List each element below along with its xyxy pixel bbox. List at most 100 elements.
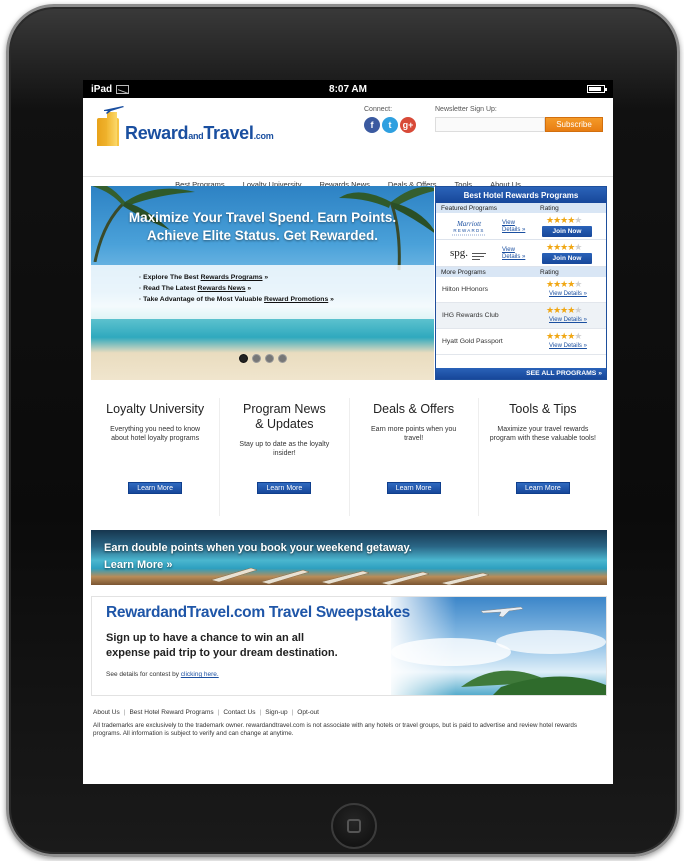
sweepstakes-banner: RewardandTravel.com Travel Sweepstakes S… xyxy=(91,596,607,696)
site-header: RewardandTravel.com Connect: f t g+ News… xyxy=(83,98,613,189)
feature-text: Maximize your travel rewards program wit… xyxy=(489,426,596,442)
carrier-label: iPad xyxy=(91,83,113,95)
hero-link-rewards-programs[interactable]: Rewards Programs xyxy=(201,274,263,281)
pool-learn-more-link[interactable]: Learn More » xyxy=(104,559,172,571)
marriott-join-button[interactable]: Join Now xyxy=(542,226,592,237)
footer-links: About Us | Best Hotel Reward Programs | Co… xyxy=(93,709,319,716)
rating-stars: ★★★★★ xyxy=(546,242,582,252)
hero-bullet: · Explore The Best Rewards Programs » xyxy=(139,274,269,281)
battery-icon xyxy=(587,85,607,93)
sweepstakes-title: RewardandTravel.com Travel Sweepstakes xyxy=(106,604,410,621)
rating-stars: ★★★★★ xyxy=(546,215,582,225)
footer-link-contact[interactable]: Contact Us xyxy=(223,709,255,716)
home-button[interactable] xyxy=(331,803,377,849)
status-bar: iPad 8:07 AM xyxy=(83,80,613,98)
logo-word-and: and xyxy=(188,131,204,141)
twitter-icon[interactable]: t xyxy=(382,117,398,133)
marriott-logo[interactable]: Marriott REWARDS xyxy=(444,217,494,237)
slider-dots xyxy=(239,354,287,363)
sweepstakes-details-text: See details for contest by xyxy=(106,671,181,678)
hotel-programs-panel: Best Hotel Rewards Programs Featured Pro… xyxy=(435,186,607,380)
learn-more-button[interactable]: Learn More xyxy=(515,482,570,494)
spg-join-button[interactable]: Join Now xyxy=(542,253,592,264)
hero-title: Maximize Your Travel Spend. Earn Points.… xyxy=(91,209,434,245)
sweepstakes-details: See details for contest by clicking here… xyxy=(106,671,219,678)
pool-promo-banner[interactable]: Earn double points when you book your we… xyxy=(91,530,607,585)
view-details-link[interactable]: View Details » xyxy=(549,291,587,297)
more-program-row: Hyatt Gold Passport ★★★★★ View Details » xyxy=(436,329,606,355)
learn-more-button[interactable]: Learn More xyxy=(128,482,183,494)
feature-text: Earn more points when you travel! xyxy=(371,426,457,442)
wifi-icon xyxy=(116,84,130,94)
newsletter-label: Newsletter Sign Up: xyxy=(435,106,497,113)
hero-bullet-text: Explore The Best xyxy=(143,274,201,281)
facebook-icon[interactable]: f xyxy=(364,117,380,133)
details-label: Details » xyxy=(502,254,526,260)
connect-label: Connect: xyxy=(364,106,393,113)
airplane-icon xyxy=(104,106,124,114)
feature-deals-offers: Deals & Offers Earn more points when you… xyxy=(350,398,479,516)
learn-more-button[interactable]: Learn More xyxy=(386,482,441,494)
learn-more-button[interactable]: Learn More xyxy=(257,482,312,494)
more-programs-label: More Programs xyxy=(441,268,486,276)
view-details-link[interactable]: View Details » xyxy=(549,343,587,349)
sweepstakes-details-link[interactable]: clicking here. xyxy=(181,671,219,678)
connect-section: Connect: f t g+ xyxy=(364,106,416,133)
google-plus-icon[interactable]: g+ xyxy=(400,117,416,133)
program-name: Hilton HHonors xyxy=(442,286,489,293)
subscribe-button[interactable]: Subscribe xyxy=(545,117,603,132)
logo-word-travel: Travel xyxy=(203,123,254,143)
more-programs-header: More Programs Rating xyxy=(436,267,606,277)
featured-program-row: Marriott REWARDS View Details » ★★★★★ Joi… xyxy=(436,213,606,240)
browser-screen: iPad 8:07 AM RewardandTravel.com Connect… xyxy=(83,80,613,784)
program-name: Hyatt Gold Passport xyxy=(442,338,503,345)
featured-program-row: spg. View Details » ★★★★★ Join Now xyxy=(436,240,606,267)
hero-bullet-text: Read The Latest xyxy=(143,285,198,292)
spg-logo-text: spg. xyxy=(450,247,468,259)
hero-link-reward-promotions[interactable]: Reward Promotions xyxy=(264,296,328,303)
feature-title: Loyalty University xyxy=(106,402,205,416)
hero-bullet-arrow: » xyxy=(262,274,269,281)
rating-label: Rating xyxy=(540,268,559,276)
more-program-row: Hilton HHonors ★★★★★ View Details » xyxy=(436,277,606,303)
rating-stars: ★★★★★ xyxy=(546,279,582,289)
view-label: View xyxy=(502,220,515,226)
slider-dot[interactable] xyxy=(252,354,261,363)
slider-dot[interactable] xyxy=(278,354,287,363)
feature-text: Everything you need to know about hotel … xyxy=(110,426,201,442)
slider-dot[interactable] xyxy=(265,354,274,363)
see-all-programs-link[interactable]: SEE ALL PROGRAMS » xyxy=(436,368,606,379)
pool-headline: Earn double points when you book your we… xyxy=(104,542,412,554)
footer-link-signup[interactable]: Sign-up xyxy=(265,709,287,716)
hero-bullet-text: Take Advantage of the Most Valuable xyxy=(143,296,265,303)
marriott-logo-text: Marriott xyxy=(456,220,482,228)
marriott-logo-rewards: REWARDS xyxy=(453,228,484,233)
site-logo[interactable]: RewardandTravel.com xyxy=(93,104,274,146)
spg-view-details-link[interactable]: View Details » xyxy=(502,247,525,261)
view-label: View xyxy=(502,247,515,253)
sweepstakes-subtitle: Sign up to have a chance to win an all e… xyxy=(106,632,338,659)
marriott-view-details-link[interactable]: View Details » xyxy=(502,220,525,234)
logo-word-reward: Reward xyxy=(125,123,189,143)
hero-bullet-arrow: » xyxy=(328,296,334,303)
footer-link-about[interactable]: About Us xyxy=(93,709,120,716)
logo-word-com: .com xyxy=(253,131,274,141)
rating-stars: ★★★★★ xyxy=(546,331,582,341)
view-details-link[interactable]: View Details » xyxy=(549,317,587,323)
feature-title: Program News & Updates xyxy=(243,402,326,431)
footer-link-optout[interactable]: Opt-out xyxy=(297,709,319,716)
hero-bullet: · Take Advantage of the Most Valuable Re… xyxy=(139,296,334,303)
airplane-icon xyxy=(480,606,524,618)
slider-dot[interactable] xyxy=(239,354,248,363)
footer-disclaimer: All trademarks are exclusively to the tr… xyxy=(93,722,578,737)
spg-logo[interactable]: spg. xyxy=(444,244,494,264)
featured-label: Featured Programs xyxy=(441,204,497,212)
hero-slider[interactable]: Maximize Your Travel Spend. Earn Points.… xyxy=(91,186,434,380)
footer-link-best-programs[interactable]: Best Hotel Reward Programs xyxy=(129,709,213,716)
hero-link-rewards-news[interactable]: Rewards News xyxy=(198,285,246,292)
feature-title: Tools & Tips xyxy=(509,402,577,416)
details-label: Details » xyxy=(502,227,526,233)
rating-label: Rating xyxy=(540,204,559,212)
newsletter-email-input[interactable] xyxy=(435,117,545,132)
featured-header: Featured Programs Rating xyxy=(436,203,606,213)
